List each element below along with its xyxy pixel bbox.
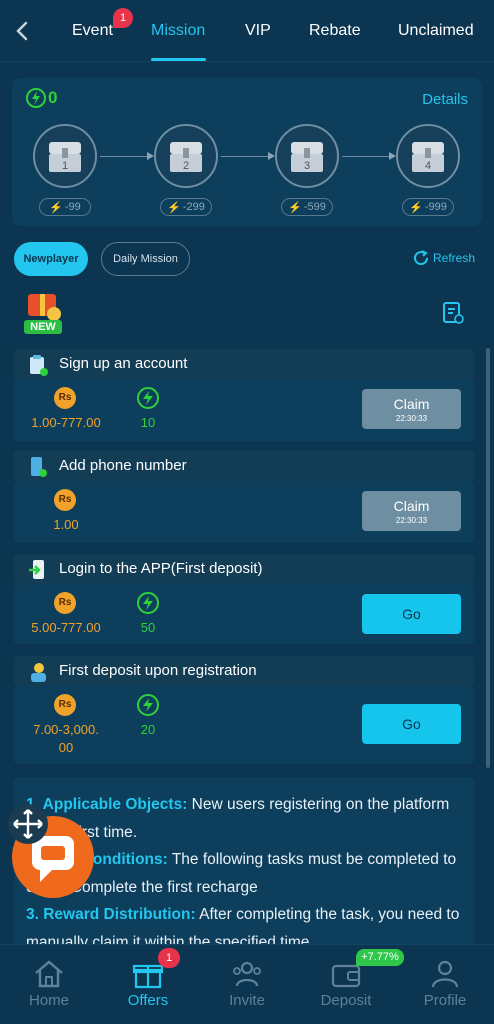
task-title: First deposit upon registration [59,662,257,679]
new-label: NEW [24,320,62,334]
chest-progress-panel: 0 Details 1 2 3 4 ⚡ -99 ⚡ -299 ⚡ -599 ⚡ -999 [12,78,482,226]
tab-event[interactable]: Event [72,22,113,40]
nav-profile[interactable]: Profile [396,945,494,1024]
chest-requirement: ⚡ -99 [39,198,91,216]
task-energy-reward: 50 [140,620,156,635]
deposit-user-icon [31,663,46,682]
task-rs-reward: 5.00-777.00 [31,620,101,635]
tab-unclaimed[interactable]: Unclaimed [398,22,474,40]
energy-value: 0 [48,88,58,107]
tab-newplayer[interactable]: Newplayer [14,242,88,276]
energy-icon [26,88,46,108]
energy-icon [137,694,159,716]
refresh-icon [414,250,429,266]
task-rs-reward: 1.00 [53,517,79,532]
refresh-button[interactable]: Refresh [412,249,475,267]
move-icon [13,809,43,839]
profile-icon [431,960,459,988]
nav-invite[interactable]: Invite [198,945,296,1024]
energy-icon: ⚡ [409,201,423,214]
energy-icon: ⚡ [167,201,181,214]
chest-number: 4 [424,160,432,172]
rupee-coin-icon: Rs [54,592,76,614]
task-rs-reward-cont: 00 [58,740,74,755]
chest-3[interactable]: 3 [275,124,339,188]
login-app-icon [29,560,44,579]
home-icon [35,960,63,988]
go-button[interactable]: Go [362,594,461,634]
chest-2[interactable]: 2 [154,124,218,188]
chest-number: 1 [61,160,69,172]
rupee-coin-icon: Rs [54,489,76,511]
task-title: Add phone number [59,457,187,474]
chest-arrow [100,152,154,160]
treasure-chest-icon [291,142,323,172]
task-header: First deposit upon registration [14,656,474,686]
drag-handle[interactable] [8,804,48,844]
offers-badge: 1 [158,948,180,968]
scrollbar[interactable] [486,348,490,768]
tab-vip[interactable]: VIP [245,22,271,40]
chest-arrow [221,152,275,160]
deposit-bonus-badge: +7.77% [356,949,404,966]
rupee-coin-icon: Rs [54,694,76,716]
chest-requirement: ⚡ -599 [281,198,333,216]
energy-icon [137,387,159,409]
phone-icon [31,457,47,477]
chest-number: 2 [182,160,190,172]
chest-arrow [342,152,396,160]
back-arrow-icon[interactable] [12,18,34,44]
chest-requirement: ⚡ -299 [160,198,212,216]
nav-home[interactable]: Home [0,945,98,1024]
tab-rebate[interactable]: Rebate [309,22,361,40]
chest-4[interactable]: 4 [396,124,460,188]
task-energy-reward: 10 [140,415,156,430]
invite-users-icon [233,961,261,987]
chest-number: 3 [303,160,311,172]
details-link[interactable]: Details [422,91,468,108]
nav-offers[interactable]: Offers [99,945,197,1024]
new-gift-badge: NEW [18,290,68,336]
treasure-chest-icon [412,142,444,172]
task-header: Add phone number [14,451,474,481]
task-body: Rs 5.00-777.00 50 Go [14,584,474,644]
task-body: Rs 1.00-777.00 10 Claim 22:30:33 [14,379,474,441]
task-title: Login to the APP(First deposit) [59,560,263,577]
chest-1[interactable]: 1 [33,124,97,188]
energy-icon [137,592,159,614]
clipboard-icon [30,355,48,376]
go-button[interactable]: Go [362,704,461,744]
claim-button[interactable]: Claim 22:30:33 [362,491,461,531]
energy-icon: ⚡ [288,201,302,214]
tab-mission[interactable]: Mission [151,22,205,40]
energy-icon: ⚡ [49,201,63,214]
energy-balance: 0 [26,88,57,108]
task-header: Login to the APP(First deposit) [14,554,474,584]
treasure-chest-icon [49,142,81,172]
claim-button[interactable]: Claim 22:30:33 [362,389,461,429]
task-rs-reward: 7.00-3,000. [33,722,99,737]
task-body: Rs 7.00-3,000. 00 20 Go [14,686,474,764]
task-header: Sign up an account [14,349,474,379]
active-tab-indicator [151,58,206,61]
tab-daily-mission[interactable]: Daily Mission [101,242,190,276]
chest-requirement: ⚡ -999 [402,198,454,216]
treasure-chest-icon [170,142,202,172]
task-title: Sign up an account [59,355,188,372]
task-energy-reward: 20 [140,722,156,737]
task-rs-reward: 1.00-777.00 [31,415,101,430]
record-icon[interactable] [442,301,464,325]
top-tab-bar: Event 1 Mission VIP Rebate Unclaimed [0,0,494,62]
rupee-coin-icon: Rs [54,387,76,409]
task-body: Rs 1.00 Claim 22:30:33 [14,481,474,543]
bottom-nav: Home Offers Invite Deposit Profile [0,944,494,1024]
event-badge: 1 [113,8,133,28]
